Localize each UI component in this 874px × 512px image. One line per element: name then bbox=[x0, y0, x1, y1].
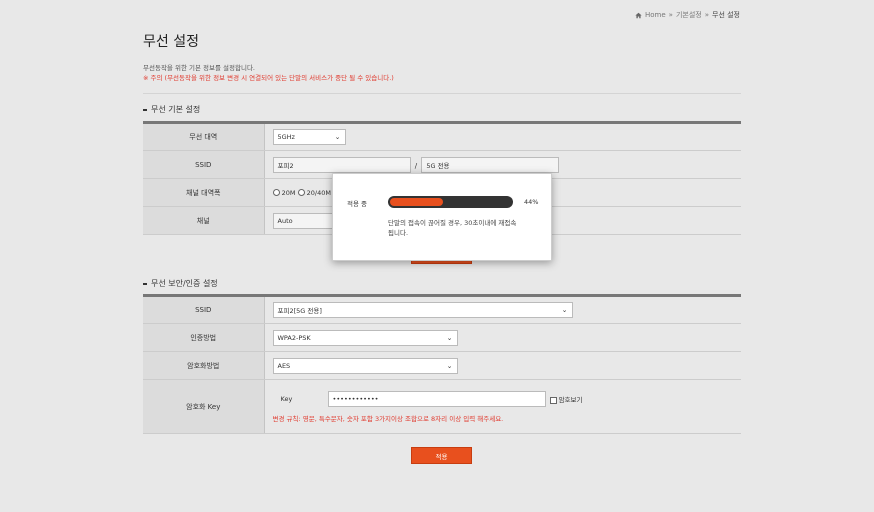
section-title-basic-label: 무선 기본 설정 bbox=[151, 105, 201, 114]
band-label: 무선 대역 bbox=[143, 122, 265, 151]
band-value: 5GHz bbox=[277, 133, 295, 141]
encryption-select[interactable]: AES ⌄ bbox=[272, 357, 458, 374]
chevron-down-icon: ⌄ bbox=[334, 133, 341, 141]
section-title-basic: 무선 기본 설정 bbox=[143, 104, 200, 115]
band-select[interactable]: 5GHz ⌄ bbox=[272, 129, 346, 145]
table-row: 무선 대역 5GHz ⌄ bbox=[143, 122, 741, 151]
section-title-security-label: 무선 보안/인증 설정 bbox=[151, 279, 218, 288]
auth-value: WPA2-PSK bbox=[277, 333, 311, 342]
home-icon[interactable] bbox=[635, 12, 642, 19]
sec-ssid-value: 포피2[5G 전용] bbox=[277, 307, 322, 315]
progress-percent: 44% bbox=[524, 198, 539, 206]
divider bbox=[143, 93, 741, 94]
page-description: 무선동작을 위한 기본 정보를 설정합니다. bbox=[143, 64, 255, 72]
progress-bar bbox=[388, 196, 513, 208]
progress-message: 단말의 접속이 끊어질 경우, 30초이내에 재접속 됩니다. bbox=[388, 219, 517, 237]
encryption-value: AES bbox=[277, 361, 291, 370]
ssid-input[interactable]: 포피2 bbox=[272, 156, 411, 173]
ssid-suffix-input[interactable]: 5G 전용 bbox=[421, 156, 560, 173]
auth-label: 인증방법 bbox=[143, 323, 265, 352]
table-row: 암호화방법 AES ⌄ bbox=[143, 351, 741, 380]
bandwidth-2040m-radio[interactable] bbox=[297, 189, 305, 196]
breadcrumb-current: 무선 설정 bbox=[712, 11, 740, 19]
key-rule-text: 변경 규칙: 영문, 특수문자, 숫자 포함 3가지이상 조합으로 8자리 이상… bbox=[272, 415, 504, 423]
table-row: 인증방법 WPA2-PSK ⌄ bbox=[143, 323, 741, 352]
security-settings-table: SSID 포피2[5G 전용] ⌄ 인증방법 WPA2-PSK ⌄ 암호화방법 … bbox=[143, 294, 741, 434]
chevron-down-icon: ⌄ bbox=[446, 361, 453, 370]
encryption-label: 암호화방법 bbox=[143, 351, 265, 380]
section-title-security: 무선 보안/인증 설정 bbox=[143, 278, 218, 289]
chevron-down-icon: ⌄ bbox=[561, 306, 568, 314]
apply-button[interactable]: 적용 bbox=[411, 447, 472, 464]
bullet-icon bbox=[143, 108, 147, 111]
bandwidth-2040m-label: 20/40M bbox=[306, 188, 331, 197]
table-row: 암호화 Key Key •••••••••••• 암호보기 변경 규칙: 영문,… bbox=[143, 379, 741, 434]
breadcrumb: Home » 기본설정 » 무선 설정 bbox=[635, 10, 740, 20]
bandwidth-label: 채널 대역폭 bbox=[143, 178, 265, 207]
auth-select[interactable]: WPA2-PSK ⌄ bbox=[272, 329, 458, 346]
breadcrumb-parent[interactable]: 기본설정 bbox=[676, 10, 702, 20]
page-warning: ※ 주의 (무선동작을 위한 정보 변경 시 연결되어 있는 단말의 서비스가 … bbox=[143, 74, 394, 82]
breadcrumb-home[interactable]: Home bbox=[645, 11, 666, 19]
channel-label: 채널 bbox=[143, 206, 265, 235]
key-label: 암호화 Key bbox=[143, 379, 265, 434]
table-row: SSID 포피2[5G 전용] ⌄ bbox=[143, 295, 741, 324]
progress-dialog: 적용 중 44% 단말의 접속이 끊어질 경우, 30초이내에 재접속 됩니다. bbox=[332, 173, 552, 261]
bandwidth-20m-label: 20M bbox=[281, 188, 296, 197]
key-field-label: Key bbox=[280, 395, 293, 403]
breadcrumb-separator: » bbox=[668, 11, 673, 19]
sec-ssid-select[interactable]: 포피2[5G 전용] ⌄ bbox=[272, 302, 573, 318]
progress-label: 적용 중 bbox=[347, 200, 368, 208]
key-input[interactable]: •••••••••••• bbox=[327, 391, 546, 407]
show-password-checkbox[interactable] bbox=[549, 396, 557, 404]
chevron-down-icon: ⌄ bbox=[446, 333, 453, 342]
show-password-label: 암호보기 bbox=[558, 396, 583, 404]
ssid-separator: / bbox=[414, 161, 418, 170]
bandwidth-20m-radio[interactable] bbox=[272, 189, 280, 196]
progress-bar-fill bbox=[390, 198, 444, 206]
breadcrumb-separator: » bbox=[704, 11, 709, 19]
sec-ssid-label: SSID bbox=[143, 295, 265, 324]
page-title: 무선 설정 bbox=[143, 34, 199, 50]
ssid-label: SSID bbox=[143, 150, 265, 179]
bullet-icon bbox=[143, 282, 147, 285]
